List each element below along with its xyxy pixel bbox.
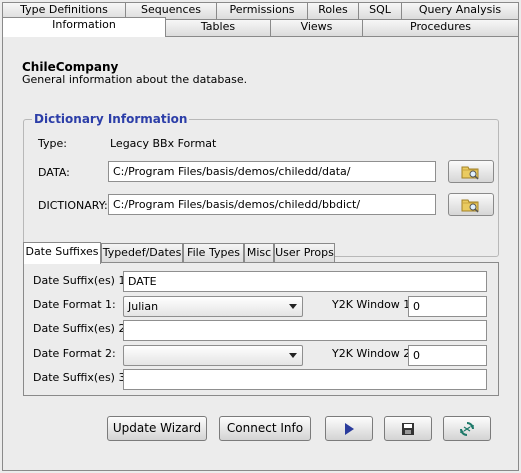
type-value: Legacy BBx Format	[110, 137, 217, 150]
subtab-label: Typedef/Dates	[102, 246, 182, 259]
y2k1-label: Y2K Window 1:	[332, 298, 415, 311]
tab-label: Views	[300, 20, 333, 33]
connect-info-button[interactable]: Connect Info	[219, 416, 311, 441]
format1-selected: Julian	[128, 300, 159, 313]
folder-search-icon	[461, 199, 479, 213]
suffix1-field[interactable]: DATE	[123, 271, 487, 292]
tab-query-analysis[interactable]: Query Analysis	[401, 2, 519, 19]
update-wizard-button[interactable]: Update Wizard	[107, 416, 207, 441]
tab-information[interactable]: Information	[2, 17, 166, 37]
tab-label: SQL	[369, 3, 391, 16]
y2k1-field[interactable]: 0	[408, 296, 487, 317]
y2k2-label: Y2K Window 2:	[332, 347, 415, 360]
suffix3-label: Date Suffix(es) 3:	[33, 371, 130, 384]
subtab-misc[interactable]: Misc	[244, 243, 274, 263]
subtab-strip: Date Suffixes Typedef/Dates File Types M…	[23, 242, 503, 264]
format1-dropdown[interactable]: Julian	[123, 296, 303, 317]
y2k2-field[interactable]: 0	[408, 345, 487, 366]
chevron-down-icon	[289, 304, 297, 309]
play-icon	[345, 423, 354, 435]
tab-views[interactable]: Views	[270, 19, 363, 36]
format1-label: Date Format 1:	[33, 298, 116, 311]
dictionary-info-group: Dictionary Information Type: Legacy BBx …	[23, 112, 499, 257]
tab-label: Permissions	[229, 3, 295, 16]
tab-label: Sequences	[141, 3, 201, 16]
folder-search-icon	[461, 166, 479, 180]
tab-label: Information	[52, 18, 116, 31]
chevron-down-icon	[289, 353, 297, 358]
subtab-label: User Props	[275, 246, 334, 259]
subtab-date-suffixes[interactable]: Date Suffixes	[23, 242, 101, 264]
dictionary-path-field[interactable]: C:/Program Files/basis/demos/chiledd/bbd…	[108, 194, 436, 215]
refresh-icon	[460, 422, 474, 436]
suffix2-label: Date Suffix(es) 2:	[33, 322, 130, 335]
tab-label: Tables	[200, 20, 236, 33]
refresh-button[interactable]	[443, 416, 491, 441]
subtab-label: Misc	[246, 246, 272, 259]
data-browse-button[interactable]	[448, 160, 494, 183]
floppy-disk-icon	[402, 423, 414, 435]
tab-label: Roles	[318, 3, 348, 16]
type-label: Type:	[38, 137, 67, 150]
data-label: DATA:	[38, 166, 70, 179]
save-button[interactable]	[384, 416, 432, 441]
format2-label: Date Format 2:	[33, 347, 116, 360]
dictionary-browse-button[interactable]	[448, 193, 494, 216]
tab-label: Type Definitions	[20, 3, 108, 16]
suffix3-field[interactable]	[123, 369, 487, 390]
tab-procedures[interactable]: Procedures	[362, 19, 519, 36]
subtab-label: File Types	[187, 246, 240, 259]
subtab-typedef-dates[interactable]: Typedef/Dates	[101, 243, 183, 263]
tab-roles[interactable]: Roles	[307, 2, 359, 19]
database-title: ChileCompany	[22, 60, 119, 74]
run-button[interactable]	[325, 416, 373, 441]
suffix1-label: Date Suffix(es) 1:	[33, 274, 130, 287]
subtab-file-types[interactable]: File Types	[183, 243, 244, 263]
tab-label: Query Analysis	[418, 3, 502, 16]
tab-label: Procedures	[410, 20, 471, 33]
subtab-user-props[interactable]: User Props	[274, 243, 335, 263]
format2-dropdown[interactable]	[123, 345, 303, 366]
information-panel: ChileCompany General information about t…	[2, 36, 519, 471]
data-path-field[interactable]: C:/Program Files/basis/demos/chiledd/dat…	[108, 161, 436, 182]
dictionary-label: DICTIONARY:	[38, 199, 108, 212]
tab-sql[interactable]: SQL	[358, 2, 402, 19]
date-suffixes-panel: Date Suffix(es) 1: DATE Date Format 1: J…	[23, 262, 499, 396]
dictionary-group-title: Dictionary Information	[32, 112, 190, 126]
subtab-label: Date Suffixes	[25, 245, 99, 258]
database-description: General information about the database.	[22, 73, 248, 86]
tab-permissions[interactable]: Permissions	[216, 2, 308, 19]
tab-tables[interactable]: Tables	[165, 19, 271, 36]
suffix2-field[interactable]	[123, 320, 487, 341]
